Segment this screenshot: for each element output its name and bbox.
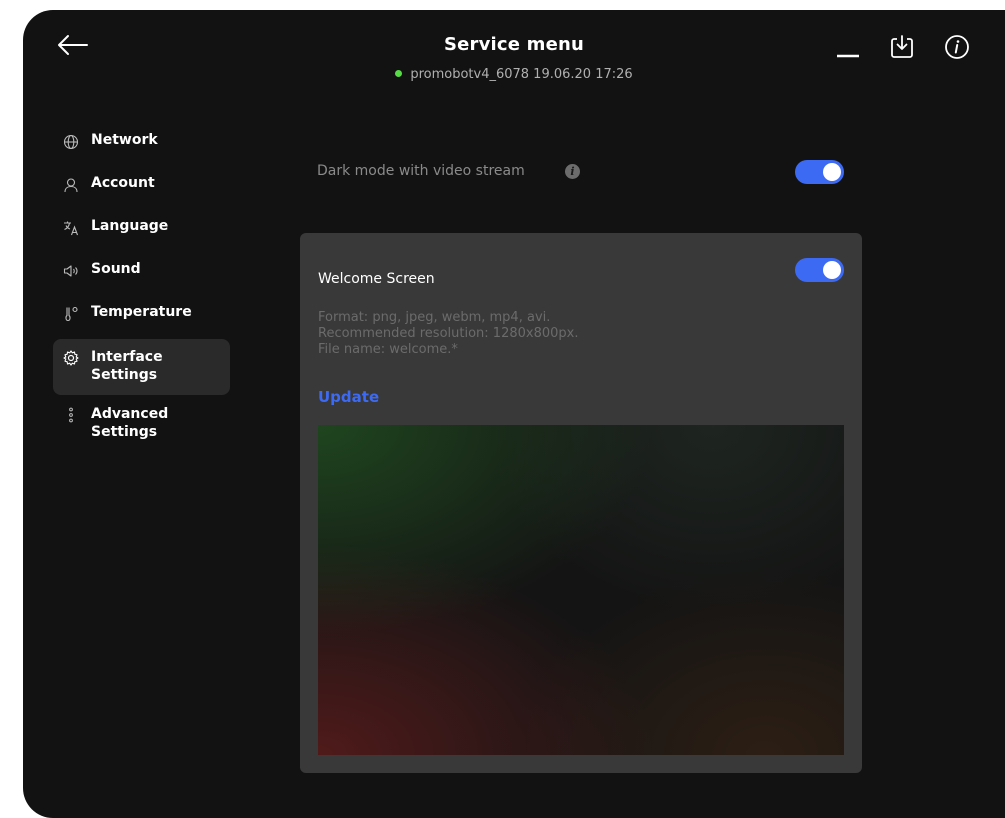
sidebar-item-label: Temperature: [91, 304, 192, 320]
format-line: Format: png, jpeg, webm, mp4, avi.: [318, 310, 551, 325]
thermometer-icon: [65, 306, 78, 322]
gear-icon: [63, 350, 79, 366]
dark-mode-row: Dark mode with video stream i: [317, 160, 845, 184]
service-menu-screen: Service menu promobotv4_6078 19.06.20 17…: [23, 10, 1005, 818]
welcome-screen-requirements: Format: png, jpeg, webm, mp4, avi. Recom…: [318, 310, 578, 358]
welcome-screen-preview: [318, 425, 844, 755]
sidebar-item-interface-settings[interactable]: Interface Settings: [53, 339, 230, 395]
resolution-line: Recommended resolution: 1280x800px.: [318, 326, 579, 341]
update-button[interactable]: Update: [318, 388, 379, 406]
person-icon: [64, 178, 78, 193]
device-status: promobotv4_6078 19.06.20 17:26: [23, 67, 1005, 82]
welcome-screen-title: Welcome Screen: [318, 271, 435, 287]
device-status-text: promobotv4_6078 19.06.20 17:26: [410, 67, 633, 82]
settings-sidebar: Network Account Language Sound Temperatu…: [53, 132, 230, 448]
sidebar-item-label: Network: [91, 132, 158, 148]
dark-mode-info-icon[interactable]: i: [565, 164, 580, 179]
sidebar-item-label: Advanced Settings: [91, 406, 169, 440]
sidebar-item-network[interactable]: Network: [53, 132, 230, 175]
dots-vertical-icon: [69, 407, 73, 423]
dark-mode-toggle[interactable]: [795, 160, 844, 184]
sidebar-item-advanced-settings[interactable]: Advanced Settings: [53, 405, 230, 448]
online-indicator: [395, 70, 403, 77]
translate-icon: [64, 221, 79, 236]
info-icon[interactable]: [944, 34, 970, 60]
sidebar-item-label: Account: [91, 175, 155, 191]
filename-line: File name: welcome.*: [318, 342, 458, 357]
sidebar-item-language[interactable]: Language: [53, 218, 230, 261]
minimize-icon[interactable]: [835, 34, 861, 60]
sidebar-item-label: Interface Settings: [91, 349, 163, 383]
sidebar-item-label: Language: [91, 218, 169, 234]
sidebar-item-account[interactable]: Account: [53, 175, 230, 218]
speaker-icon: [63, 265, 78, 277]
sidebar-item-sound[interactable]: Sound: [53, 261, 230, 304]
sidebar-item-label: Sound: [91, 261, 141, 277]
globe-icon: [63, 134, 79, 150]
download-icon[interactable]: [889, 34, 915, 60]
welcome-screen-card: Welcome Screen Format: png, jpeg, webm, …: [300, 233, 862, 773]
welcome-screen-toggle[interactable]: [795, 258, 844, 282]
dark-mode-label: Dark mode with video stream: [317, 163, 525, 179]
